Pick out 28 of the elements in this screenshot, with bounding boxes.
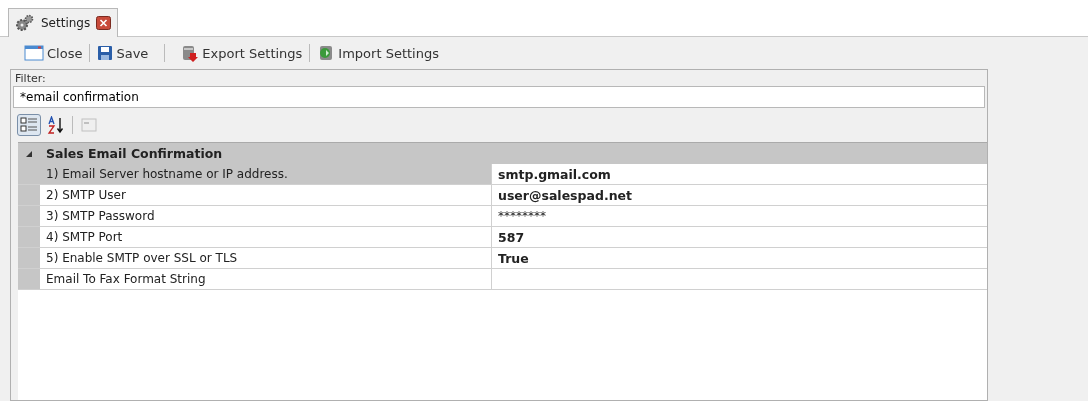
property-value[interactable]: True — [492, 248, 987, 268]
category-title: Sales Email Confirmation — [45, 146, 223, 161]
property-value[interactable]: 587 — [492, 227, 987, 247]
settings-tab[interactable]: Settings — [8, 8, 119, 37]
save-button[interactable]: Save — [93, 43, 153, 63]
window-icon — [24, 45, 44, 61]
categorized-view-icon — [20, 117, 38, 133]
property-name[interactable]: 3) SMTP Password — [40, 206, 492, 226]
property-pages-icon — [80, 117, 98, 133]
property-value[interactable]: smtp.gmail.com — [492, 164, 987, 184]
import-button[interactable]: Import Settings — [313, 42, 443, 64]
property-name[interactable]: Email To Fax Format String — [40, 269, 492, 289]
tab-label: Settings — [41, 16, 91, 30]
filter-field[interactable]: *email confirmation — [13, 86, 985, 108]
property-name[interactable]: 4) SMTP Port — [40, 227, 492, 247]
gears-icon — [15, 14, 35, 32]
collapse-icon[interactable] — [25, 149, 33, 158]
filter-label: Filter: — [14, 71, 47, 85]
sort-az-icon — [47, 116, 65, 134]
close-button[interactable]: Close — [20, 43, 87, 63]
property-value[interactable]: ******** — [492, 206, 987, 226]
export-button[interactable]: Export Settings — [177, 42, 307, 64]
property-name[interactable]: 2) SMTP User — [40, 185, 492, 205]
close-icon[interactable] — [96, 16, 112, 30]
property-value[interactable]: user@salespad.net — [492, 185, 987, 205]
property-name[interactable]: 5) Enable SMTP over SSL or TLS — [40, 248, 492, 268]
database-export-icon — [181, 44, 200, 62]
categorized-button[interactable] — [17, 114, 41, 136]
